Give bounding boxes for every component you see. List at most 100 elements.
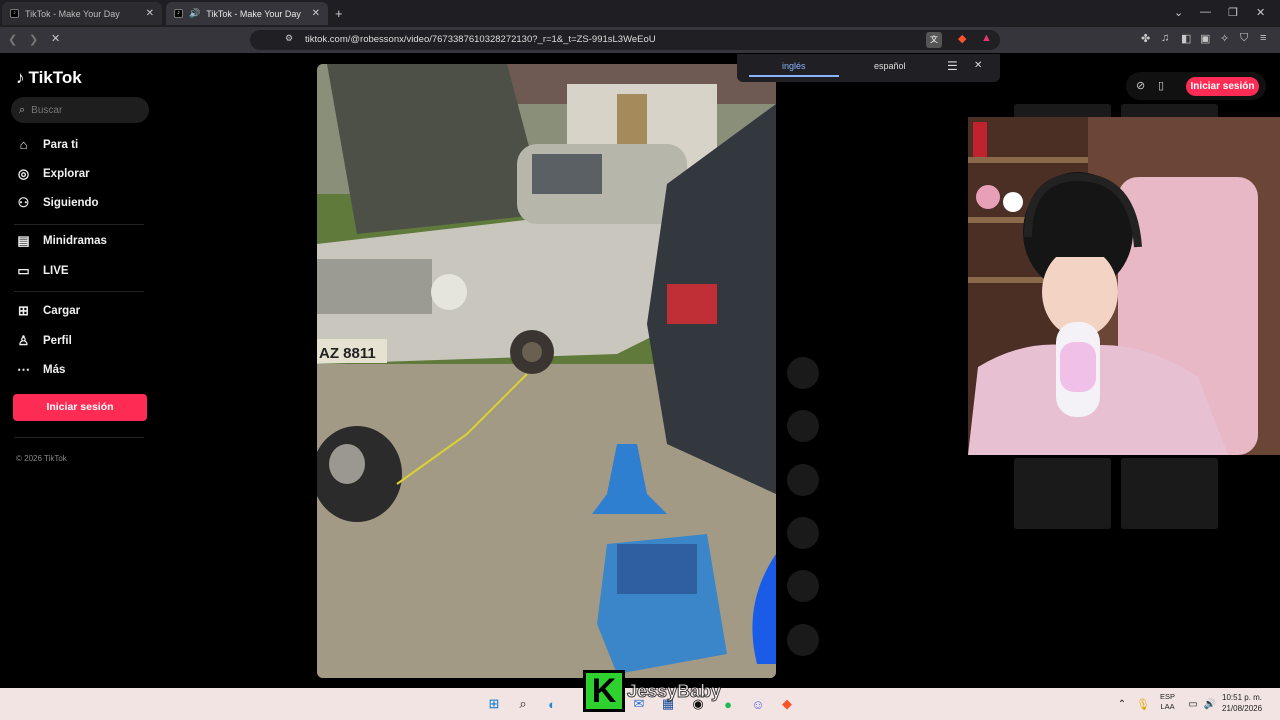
wallet-icon[interactable]: ▣ (1200, 32, 1210, 45)
translate-icon[interactable]: 文 (926, 32, 942, 48)
nav-explorar[interactable]: ◎ Explorar (16, 166, 90, 182)
tiktok-logo[interactable]: ♪ TikTok (16, 68, 82, 88)
translate-options-icon[interactable]: ☰ (947, 59, 958, 73)
maximize-icon[interactable]: ❐ (1228, 6, 1238, 19)
search-icon: ⌕ (19, 103, 26, 116)
close-icon[interactable]: ✕ (974, 60, 982, 71)
search-icon[interactable]: ⌕ (513, 694, 533, 714)
nav-label: Más (43, 364, 66, 376)
start-icon[interactable]: ⊞ (484, 694, 504, 714)
forward-icon[interactable]: ❯ (29, 33, 38, 46)
device-icon[interactable]: ▯ (1158, 79, 1164, 92)
volume-icon[interactable]: 🔊 (1200, 694, 1220, 714)
close-tab-icon[interactable]: ✕ (312, 8, 320, 19)
plate-text: AZ 8811 (319, 345, 376, 362)
microphone-icon[interactable]: 🎙 (1133, 694, 1153, 714)
video-player[interactable]: AZ 8811 (317, 64, 776, 678)
like-button[interactable] (787, 357, 819, 389)
nav-cargar[interactable]: ⊞ Cargar (16, 303, 80, 319)
header-login-button[interactable]: Iniciar sesión (1186, 77, 1259, 96)
nav-label: Siguiendo (43, 197, 99, 209)
menu-icon[interactable]: ≡ (1260, 32, 1266, 44)
login-button[interactable]: Iniciar sesión (13, 394, 147, 421)
kick-logo-icon: K (583, 670, 625, 712)
minimize-icon[interactable]: — (1200, 6, 1211, 18)
tab-lang-to[interactable]: español (874, 61, 906, 71)
clock-date: 21/08/2026 (1222, 704, 1263, 713)
placeholder-card (1121, 458, 1218, 529)
following-icon: ⚇ (17, 195, 30, 210)
nav-minidramas[interactable]: ▤ Minidramas (16, 233, 107, 249)
video-frame: AZ 8811 (317, 64, 776, 678)
site-info-icon[interactable]: ⚙ (285, 33, 293, 44)
back-icon[interactable]: ❮ (8, 33, 17, 46)
upload-icon: ⊞ (18, 303, 29, 318)
profile-icon: ♙ (17, 333, 30, 348)
divider (14, 224, 144, 225)
placeholder-card (1014, 458, 1111, 529)
search-placeholder: Buscar (31, 104, 63, 116)
input-language[interactable]: ESP LAA (1160, 692, 1175, 712)
tiktok-favicon-icon: ♪ (174, 9, 183, 18)
divider (14, 291, 144, 292)
nav-label: Para ti (43, 138, 79, 151)
extensions-icon[interactable]: ✤ (1141, 32, 1150, 45)
nav-label: Explorar (43, 168, 90, 180)
webcam-overlay (968, 117, 1280, 455)
nav-para-ti[interactable]: ⌂ Para ti (16, 137, 79, 152)
tab-title: TikTok - Make Your Day (25, 8, 120, 19)
discord-icon[interactable]: ☺ (748, 694, 768, 714)
media-icon[interactable]: ♫ (1161, 32, 1169, 44)
lang-code: ESP (1160, 692, 1176, 701)
url-text[interactable]: tiktok.com/@robessonx/video/767338761032… (305, 34, 656, 45)
tab-tiktok-2[interactable]: ♪ 🔊 TikTok - Make Your Day ✕ (166, 2, 328, 25)
divider (14, 437, 144, 438)
close-tab-icon[interactable]: ✕ (146, 8, 154, 19)
nav-label: Cargar (43, 305, 81, 317)
tab-title: TikTok - Make Your Day (206, 8, 301, 19)
active-tab-underline (749, 75, 839, 77)
stop-loading-icon[interactable]: ✕ (51, 32, 60, 45)
share-button[interactable] (787, 517, 819, 549)
webcam-image (968, 117, 1280, 455)
nav-label: LIVE (43, 265, 69, 277)
sidebar-icon[interactable]: ◧ (1181, 32, 1191, 45)
nav-label: Perfil (43, 335, 72, 347)
vpn-icon[interactable]: ⛉ (1240, 32, 1248, 45)
logo-text: TikTok (28, 68, 82, 87)
audio-playing-icon[interactable]: 🔊 (189, 8, 200, 19)
nav-siguiendo[interactable]: ⚇ Siguiendo (16, 195, 99, 211)
nav-perfil[interactable]: ♙ Perfil (16, 333, 72, 349)
save-button[interactable] (787, 464, 819, 496)
search-input[interactable]: ⌕ Buscar (11, 97, 149, 123)
brave-icon[interactable]: ◆ (777, 694, 797, 714)
lang-layout: LAA (1160, 702, 1175, 711)
streamer-name: JessyBaby (626, 681, 722, 702)
live-icon: ▭ (17, 263, 30, 278)
brave-shields-icon[interactable]: ◆ (958, 32, 966, 45)
music-button[interactable] (787, 570, 819, 602)
tab-tiktok-1[interactable]: ♪ TikTok - Make Your Day ✕ (2, 2, 162, 25)
tab-lang-from[interactable]: inglés (782, 61, 806, 71)
edge-icon[interactable]: ◐ (542, 694, 562, 714)
more-icon: ⋯ (17, 362, 30, 377)
new-tab-icon[interactable]: + (335, 6, 343, 21)
nav-label: Minidramas (43, 235, 107, 247)
translate-popup: inglés español ☰ ✕ (737, 54, 1000, 82)
tiktok-note-icon: ♪ (16, 68, 25, 87)
home-icon: ⌂ (19, 137, 28, 152)
next-video-button[interactable] (787, 624, 819, 656)
tray-chevron-icon[interactable]: ⌃ (1112, 694, 1132, 714)
minidramas-icon: ▤ (17, 233, 30, 248)
compass-icon: ◎ (17, 166, 30, 181)
close-window-icon[interactable]: ✕ (1256, 6, 1265, 19)
coin-icon[interactable]: ⊘ (1136, 79, 1145, 92)
system-clock[interactable]: 10:51 p. m. 21/08/2026 (1222, 692, 1262, 714)
leo-ai-icon[interactable]: ✧ (1220, 32, 1229, 45)
brave-rewards-icon[interactable]: ▲ (981, 32, 992, 44)
nav-mas[interactable]: ⋯ Más (16, 362, 65, 378)
clock-time: 10:51 p. m. (1222, 693, 1263, 702)
tab-search-icon[interactable]: ⌄ (1174, 6, 1183, 19)
comment-button[interactable] (787, 410, 819, 442)
nav-live[interactable]: ▭ LIVE (16, 263, 69, 279)
